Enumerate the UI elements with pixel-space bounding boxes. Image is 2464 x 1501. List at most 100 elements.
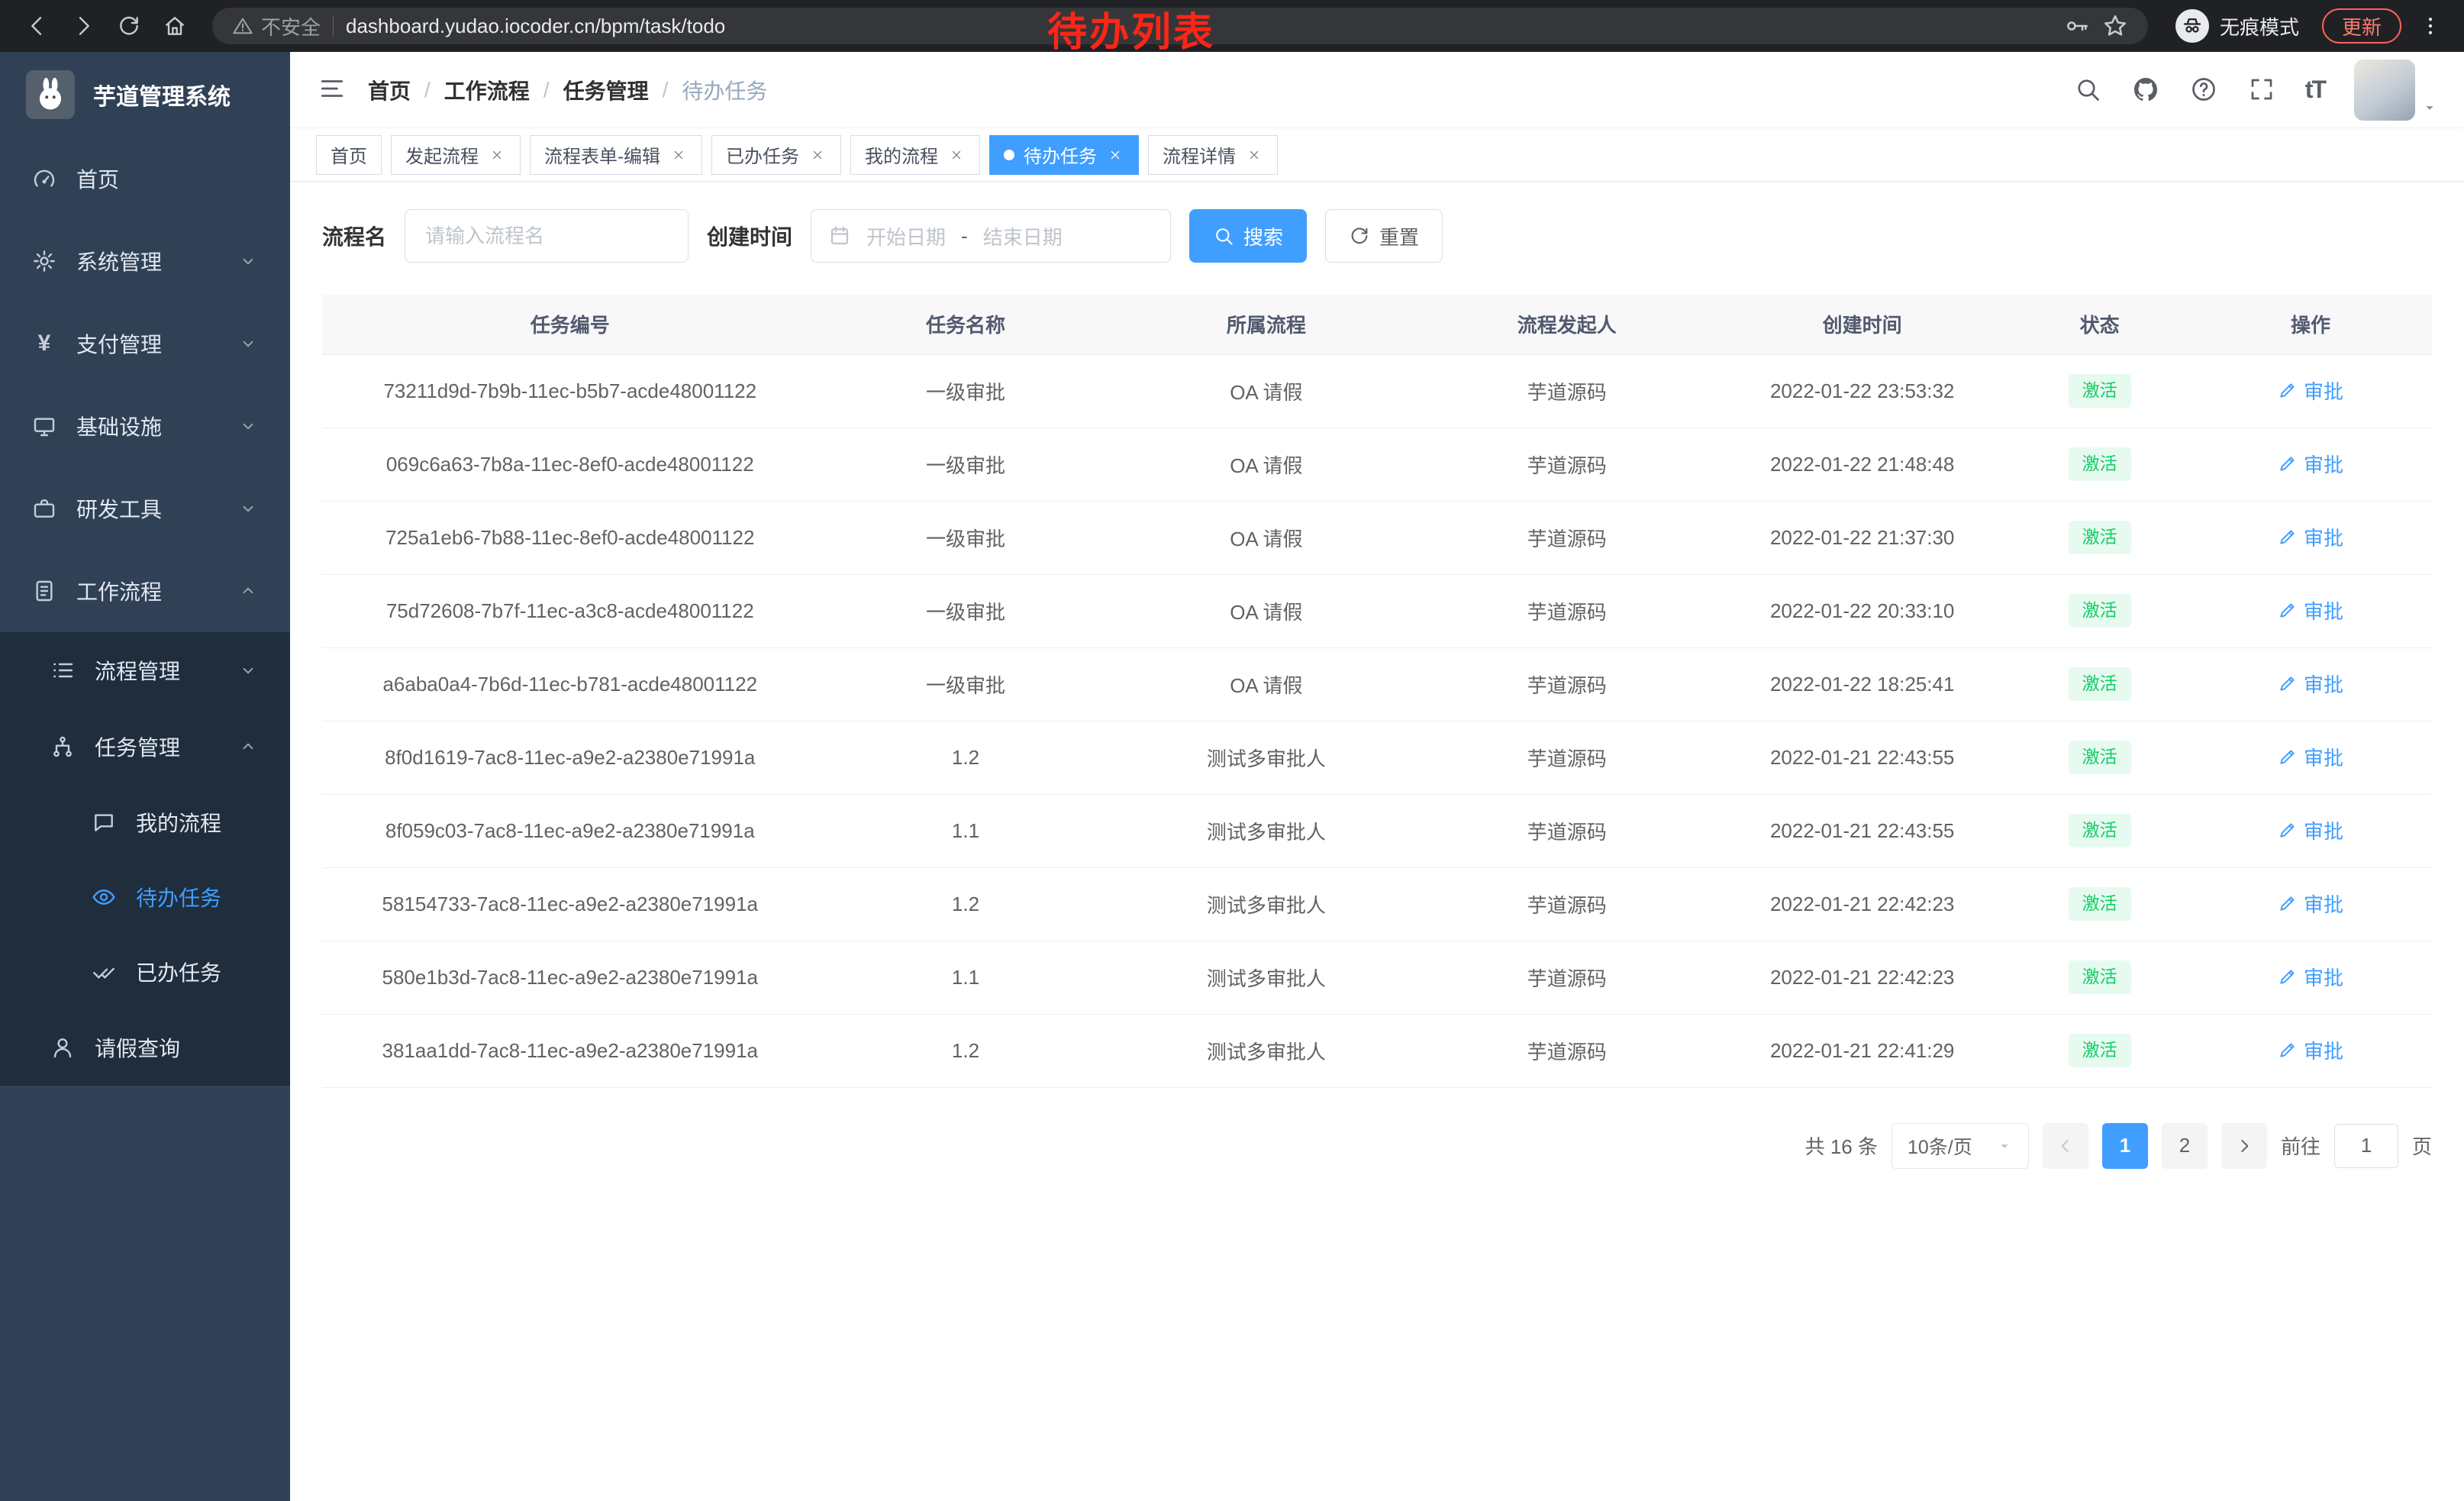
sidebar-item-infra[interactable]: 基础设施 <box>0 385 290 467</box>
breadcrumb: 首页 / 工作流程 / 任务管理 / 待办任务 <box>368 75 767 105</box>
status-badge: 激活 <box>2069 521 2131 554</box>
tab-process-form-edit[interactable]: 流程表单-编辑 <box>530 135 702 175</box>
bookmark-star-icon[interactable] <box>2102 13 2128 39</box>
tab-close-icon[interactable] <box>1106 146 1124 164</box>
browser-menu-button[interactable] <box>2414 9 2447 43</box>
fullscreen-button[interactable] <box>2247 76 2276 105</box>
breadcrumb-workflow[interactable]: 工作流程 <box>444 75 530 105</box>
search-button[interactable]: 搜索 <box>1189 209 1307 263</box>
prev-page-button[interactable] <box>2043 1123 2088 1169</box>
question-icon <box>2190 76 2217 103</box>
font-size-button[interactable]: tT <box>2305 76 2325 104</box>
tab-close-icon[interactable] <box>488 146 506 164</box>
cell-created: 2022-01-21 22:43:55 <box>1714 721 2010 794</box>
breadcrumb-home[interactable]: 首页 <box>368 75 411 105</box>
process-name-label: 流程名 <box>322 221 386 251</box>
approve-link[interactable]: 审批 <box>2278 450 2343 478</box>
chevron-down-icon <box>238 416 258 436</box>
browser-refresh-button[interactable] <box>108 5 150 47</box>
header-search-button[interactable] <box>2073 76 2102 105</box>
tab-label: 首页 <box>331 141 367 168</box>
sidebar-item-leave-query[interactable]: 请假查询 <box>0 1009 290 1086</box>
approve-link[interactable]: 审批 <box>2278 1036 2343 1064</box>
approve-link[interactable]: 审批 <box>2278 670 2343 698</box>
top-navbar: 首页 / 工作流程 / 任务管理 / 待办任务 tT <box>290 52 2464 128</box>
sidebar-item-devtools[interactable]: 研发工具 <box>0 467 290 550</box>
github-button[interactable] <box>2131 76 2160 105</box>
sidebar-item-system[interactable]: 系统管理 <box>0 220 290 302</box>
sidebar-item-done-task[interactable]: 已办任务 <box>0 934 290 1009</box>
sidebar-item-todo-task[interactable]: 待办任务 <box>0 860 290 934</box>
breadcrumb-task-management[interactable]: 任务管理 <box>563 75 649 105</box>
column-header-created: 创建时间 <box>1714 295 2010 354</box>
page-size-select[interactable]: 10条/页 <box>1892 1123 2029 1169</box>
browser-home-button[interactable] <box>154 5 195 47</box>
cell-created: 2022-01-21 22:41:29 <box>1714 1014 2010 1087</box>
update-button[interactable]: 更新 <box>2322 8 2401 44</box>
browser-forward-button[interactable] <box>63 5 104 47</box>
user-avatar-menu[interactable] <box>2354 60 2438 121</box>
next-page-button[interactable] <box>2221 1123 2267 1169</box>
todo-task-table: 任务编号 任务名称 所属流程 流程发起人 创建时间 状态 操作 73211d9d… <box>322 295 2432 1088</box>
range-separator: - <box>961 224 968 248</box>
approve-link-label: 审批 <box>2304 889 2343 918</box>
reset-button[interactable]: 重置 <box>1325 209 1443 263</box>
workflow-submenu: 流程管理 任务管理 我的流程 待办任务 已办 <box>0 632 290 1086</box>
cell-actions: 审批 <box>2189 428 2432 501</box>
cell-process: OA 请假 <box>1113 501 1419 574</box>
sidebar-item-home[interactable]: 首页 <box>0 137 290 220</box>
approve-link[interactable]: 审批 <box>2278 743 2343 771</box>
help-button[interactable] <box>2189 76 2218 105</box>
page-button-1[interactable]: 1 <box>2102 1123 2148 1169</box>
tab-home[interactable]: 首页 <box>316 135 382 175</box>
chat-icon <box>92 810 116 834</box>
approve-link[interactable]: 审批 <box>2278 376 2343 405</box>
chevron-right-icon <box>2234 1136 2254 1156</box>
edit-icon <box>2278 380 2298 400</box>
password-key-icon[interactable] <box>2064 13 2090 39</box>
cell-task-id: 069c6a63-7b8a-11ec-8ef0-acde48001122 <box>322 428 818 501</box>
approve-link[interactable]: 审批 <box>2278 816 2343 844</box>
sidebar-item-my-process[interactable]: 我的流程 <box>0 785 290 860</box>
breadcrumb-separator: / <box>424 78 431 102</box>
sidebar-item-payment[interactable]: ¥ 支付管理 <box>0 302 290 385</box>
tab-my-process[interactable]: 我的流程 <box>850 135 980 175</box>
cell-status: 激活 <box>2010 354 2189 428</box>
cell-process: OA 请假 <box>1113 574 1419 647</box>
tab-done-task[interactable]: 已办任务 <box>711 135 841 175</box>
more-vertical-icon <box>2419 15 2442 37</box>
person-icon <box>50 1035 75 1060</box>
tab-close-icon[interactable] <box>808 146 827 164</box>
table-row: a6aba0a4-7b6d-11ec-b781-acde48001122 一级审… <box>322 647 2432 721</box>
cell-actions: 审批 <box>2189 1014 2432 1087</box>
tab-start-process[interactable]: 发起流程 <box>391 135 521 175</box>
sidebar-item-process-management[interactable]: 流程管理 <box>0 632 290 709</box>
tab-label: 待办任务 <box>1024 141 1097 168</box>
update-label: 更新 <box>2342 12 2382 40</box>
app-logo-row[interactable]: 芋道管理系统 <box>0 52 290 137</box>
approve-link[interactable]: 审批 <box>2278 596 2343 625</box>
sidebar-item-task-management[interactable]: 任务管理 <box>0 709 290 785</box>
collapse-sidebar-button[interactable] <box>316 74 348 106</box>
create-time-range-picker[interactable]: 开始日期 - 结束日期 <box>811 209 1171 263</box>
page-button-2[interactable]: 2 <box>2162 1123 2208 1169</box>
column-header-task-name: 任务名称 <box>818 295 1114 354</box>
cell-created: 2022-01-22 21:48:48 <box>1714 428 2010 501</box>
tab-process-detail[interactable]: 流程详情 <box>1148 135 1278 175</box>
approve-link[interactable]: 审批 <box>2278 523 2343 551</box>
goto-page-input[interactable] <box>2334 1124 2398 1168</box>
approve-link-label: 审批 <box>2304 963 2343 991</box>
status-badge: 激活 <box>2069 447 2131 481</box>
tab-close-icon[interactable] <box>1245 146 1263 164</box>
sidebar-item-workflow[interactable]: 工作流程 <box>0 550 290 632</box>
tab-todo-task[interactable]: 待办任务 <box>989 135 1139 175</box>
browser-back-button[interactable] <box>17 5 58 47</box>
tab-close-icon[interactable] <box>669 146 688 164</box>
approve-link[interactable]: 审批 <box>2278 889 2343 918</box>
security-status[interactable]: 不安全 <box>232 12 321 40</box>
approve-link[interactable]: 审批 <box>2278 963 2343 991</box>
tag-view-bar: 首页 发起流程 流程表单-编辑 已办任务 我的流程 待办任务 <box>290 128 2464 182</box>
tab-close-icon[interactable] <box>947 146 966 164</box>
search-icon <box>2074 76 2101 103</box>
process-name-input[interactable] <box>405 209 689 263</box>
